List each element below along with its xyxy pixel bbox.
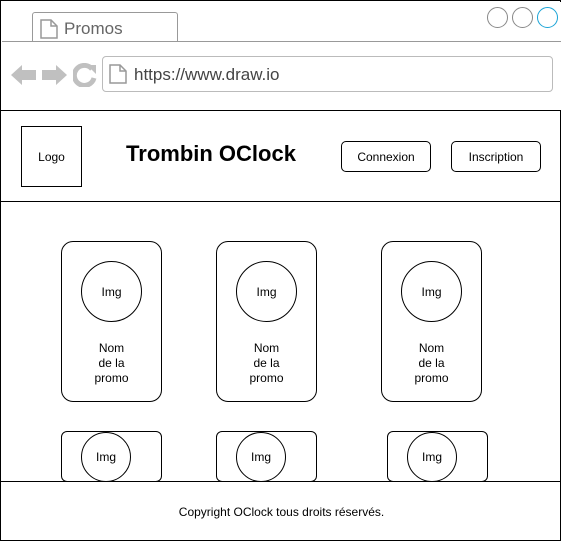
minimize-button[interactable] <box>487 7 508 28</box>
promo-card[interactable]: Img Nom de la promo <box>216 241 317 402</box>
back-arrow-icon[interactable] <box>11 64 37 91</box>
navigation-bar: https://www.draw.io <box>2 42 561 110</box>
logo[interactable]: Logo <box>21 126 82 187</box>
promo-image: Img <box>401 261 462 322</box>
tab-bar: Promos <box>2 2 561 43</box>
promo-grid: Img Nom de la promo Img Nom de la promo … <box>1 202 561 481</box>
promo-card[interactable]: Img Nom de la promo <box>381 241 482 402</box>
page-title: Trombin OClock <box>126 141 296 166</box>
browser-window: Promos https://www.draw.io Logo Trombin … <box>0 0 561 541</box>
promo-card[interactable]: Img <box>387 431 488 481</box>
close-button[interactable] <box>537 7 558 28</box>
promo-name: Nom de la promo <box>414 341 449 385</box>
promo-name: Nom de la promo <box>94 341 129 385</box>
copyright-text: Copyright OClock tous droits réservés. <box>178 505 385 519</box>
promo-image: Img <box>236 261 297 322</box>
address-bar[interactable]: https://www.draw.io <box>102 56 553 92</box>
promo-card[interactable]: Img <box>216 431 317 481</box>
url-text: https://www.draw.io <box>134 65 280 84</box>
promo-card[interactable]: Img <box>61 431 162 481</box>
promo-image: Img <box>81 261 142 322</box>
maximize-button[interactable] <box>512 7 533 28</box>
forward-arrow-icon[interactable] <box>41 64 67 91</box>
promo-image: Img <box>81 432 131 481</box>
site-footer: Copyright OClock tous droits réservés. <box>1 481 561 541</box>
reload-icon[interactable] <box>71 62 97 92</box>
promo-name: Nom de la promo <box>249 341 284 385</box>
page-icon <box>109 64 127 89</box>
site-header: Logo Trombin OClock Connexion Inscriptio… <box>1 111 561 202</box>
promo-card[interactable]: Img Nom de la promo <box>61 241 162 402</box>
promo-image: Img <box>407 432 457 481</box>
tab-label: Promos <box>64 19 123 38</box>
tab-promos[interactable]: Promos <box>32 12 178 43</box>
login-button[interactable]: Connexion <box>341 141 431 172</box>
promo-image: Img <box>236 432 286 481</box>
signup-button[interactable]: Inscription <box>451 141 541 172</box>
